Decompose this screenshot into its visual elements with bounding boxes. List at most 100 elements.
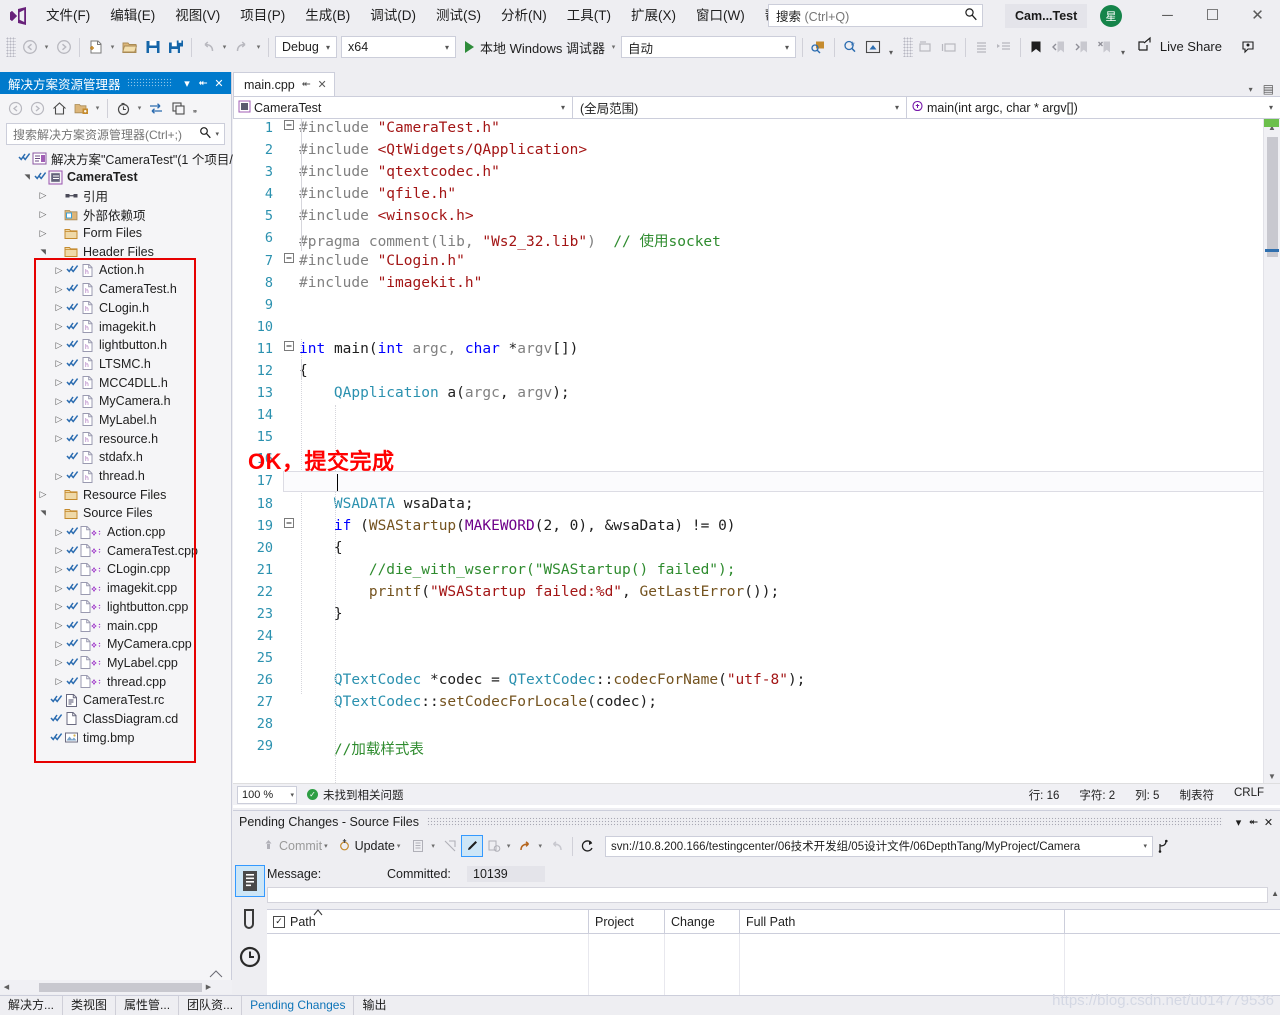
bookmark-icon[interactable] <box>1025 36 1048 59</box>
find-in-window-icon[interactable] <box>807 36 830 59</box>
tree-item[interactable]: ▷hLTSMC.h <box>0 355 231 374</box>
project-chip[interactable]: Cam...Test <box>1005 4 1087 28</box>
pin-icon[interactable]: ⯬ <box>195 77 211 90</box>
collapsed-twisty-icon[interactable]: ▷ <box>52 430 66 448</box>
tree-item[interactable]: ▷MyLabel.cpp <box>0 654 231 673</box>
expanded-twisty-icon[interactable]: ◢ <box>34 506 52 520</box>
commit-button[interactable]: Commit ▾ <box>259 838 335 854</box>
navigate-back-icon[interactable] <box>18 36 41 59</box>
collapsed-twisty-icon[interactable]: ▷ <box>36 187 50 205</box>
redo-icon[interactable] <box>514 835 536 857</box>
edit-icon[interactable] <box>461 835 483 857</box>
collapsed-twisty-icon[interactable]: ▷ <box>52 336 66 354</box>
tree-item[interactable]: ◢Source Files <box>0 504 231 523</box>
column-header-full-path[interactable]: Full Path <box>740 910 1065 934</box>
collapsed-twisty-icon[interactable]: ▷ <box>36 486 50 504</box>
select-all-checkbox[interactable]: ✓ <box>273 916 285 928</box>
pending-changes-icon[interactable] <box>112 97 134 119</box>
redo-chevron-icon[interactable]: ▾ <box>253 36 264 59</box>
scrollbar-thumb[interactable] <box>1267 137 1278 257</box>
scroll-right-arrow-icon[interactable]: ▶ <box>202 983 215 991</box>
menu-tools[interactable]: 工具(T) <box>557 4 621 28</box>
scroll-down-arrow-icon[interactable]: ▼ <box>1264 768 1280 784</box>
scroll-left-arrow-icon[interactable]: ◀ <box>0 983 13 991</box>
revert-icon[interactable] <box>439 835 461 857</box>
tree-item[interactable]: ClassDiagram.cd <box>0 710 231 729</box>
comment-icon[interactable] <box>915 36 938 59</box>
editor-vertical-scrollbar[interactable]: ▲ ▼ <box>1263 119 1280 784</box>
panel-drag-dots[interactable] <box>127 78 173 88</box>
menu-edit[interactable]: 编辑(E) <box>100 4 165 28</box>
bottom-tab-output[interactable]: 输出 <box>354 996 394 1015</box>
tree-item[interactable]: ▷hMyLabel.h <box>0 411 231 430</box>
collapsed-twisty-icon[interactable]: ▷ <box>52 299 66 317</box>
forward-icon[interactable] <box>26 97 48 119</box>
pin-icon[interactable]: ⯬ <box>1246 816 1261 829</box>
clear-bookmark-icon[interactable] <box>1094 36 1117 59</box>
tab-list-chevron-icon[interactable]: ▾ <box>1249 85 1253 94</box>
solution-platform-select[interactable]: x64 ▾ <box>341 36 456 58</box>
account-avatar[interactable]: 星 <box>1100 5 1122 27</box>
message-pane-icon[interactable] <box>235 865 265 897</box>
tree-item[interactable]: ▷引用 <box>0 186 231 205</box>
tree-item[interactable]: ▷hCameraTest.h <box>0 280 231 299</box>
tree-item[interactable]: ▷Action.cpp <box>0 523 231 542</box>
menu-file[interactable]: 文件(F) <box>36 4 100 28</box>
navigate-forward-icon[interactable] <box>52 36 75 59</box>
panel-drag-dots[interactable] <box>427 817 1223 827</box>
tree-item[interactable]: ▷hthread.h <box>0 467 231 486</box>
fold-toggle-icon[interactable] <box>281 119 297 141</box>
tree-item[interactable]: ▷hAction.h <box>0 261 231 280</box>
tree-item[interactable]: ▷CameraTest.cpp <box>0 541 231 560</box>
collapsed-twisty-icon[interactable]: ▷ <box>52 560 66 578</box>
chevron-down-icon[interactable]: ▾ <box>429 842 439 850</box>
next-bookmark-icon[interactable] <box>1071 36 1094 59</box>
tree-item[interactable]: ▷himagekit.h <box>0 317 231 336</box>
menu-extensions[interactable]: 扩展(X) <box>621 4 686 28</box>
sync-icon[interactable] <box>145 97 167 119</box>
collapsed-twisty-icon[interactable]: ▷ <box>36 224 50 242</box>
bottom-tab-solution-explorer[interactable]: 解决方... <box>0 996 63 1015</box>
collapsed-twisty-icon[interactable]: ▷ <box>52 411 66 429</box>
new-folder-icon[interactable] <box>70 97 92 119</box>
chevron-down-icon[interactable]: ▾ <box>92 97 103 120</box>
toolbar-overflow-chevron-icon[interactable]: ▾ <box>885 36 897 59</box>
save-all-icon[interactable] <box>164 36 187 59</box>
menu-window[interactable]: 窗口(W) <box>686 4 755 28</box>
pin-icon[interactable]: ⯬ <box>302 78 311 91</box>
debug-type-select[interactable]: 自动 ▾ <box>621 36 796 58</box>
collapsed-twisty-icon[interactable]: ▷ <box>52 598 66 616</box>
close-icon[interactable]: ✕ <box>318 78 327 91</box>
tree-item[interactable]: ▷hMCC4DLL.h <box>0 373 231 392</box>
undo-chevron-icon[interactable]: ▾ <box>219 36 230 59</box>
bottom-tab-pending-changes[interactable]: Pending Changes <box>242 996 354 1015</box>
tree-item[interactable]: ▷imagekit.cpp <box>0 579 231 598</box>
undo-icon[interactable] <box>546 835 568 857</box>
feedback-icon[interactable] <box>1237 36 1260 59</box>
collapsed-twisty-icon[interactable]: ▷ <box>52 617 66 635</box>
scrollbar-thumb[interactable] <box>39 983 202 992</box>
fold-toggle-icon[interactable] <box>281 517 297 539</box>
collapsed-twisty-icon[interactable]: ▷ <box>52 280 66 298</box>
save-icon[interactable] <box>141 36 164 59</box>
new-item-icon[interactable] <box>84 36 107 59</box>
tree-item[interactable]: ▷Form Files <box>0 224 231 243</box>
collapsed-twisty-icon[interactable]: ▷ <box>52 654 66 672</box>
tree-item[interactable]: ▷lightbutton.cpp <box>0 598 231 617</box>
close-icon[interactable]: ✕ <box>1261 816 1276 829</box>
close-button[interactable]: ✕ <box>1235 0 1280 30</box>
tree-item[interactable]: CameraTest.rc <box>0 691 231 710</box>
commit-message-input[interactable] <box>267 887 1268 903</box>
toolbar-overflow-chevron-icon[interactable]: ▾ <box>1117 36 1129 59</box>
tree-item[interactable]: ▷CLogin.cpp <box>0 560 231 579</box>
diff-icon[interactable] <box>483 835 505 857</box>
repository-url-select[interactable]: svn://10.8.200.166/testingcenter/06技术开发组… <box>605 836 1153 857</box>
menu-project[interactable]: 项目(P) <box>230 4 295 28</box>
branch-icon[interactable] <box>1153 835 1175 857</box>
outdent-icon[interactable] <box>970 36 993 59</box>
refresh-icon[interactable] <box>577 835 599 857</box>
search-input[interactable]: 搜索 (Ctrl+Q) <box>768 4 983 27</box>
menu-analyze[interactable]: 分析(N) <box>491 4 557 28</box>
nav-project-select[interactable]: CameraTest ▾ <box>233 96 573 119</box>
menu-view[interactable]: 视图(V) <box>165 4 230 28</box>
